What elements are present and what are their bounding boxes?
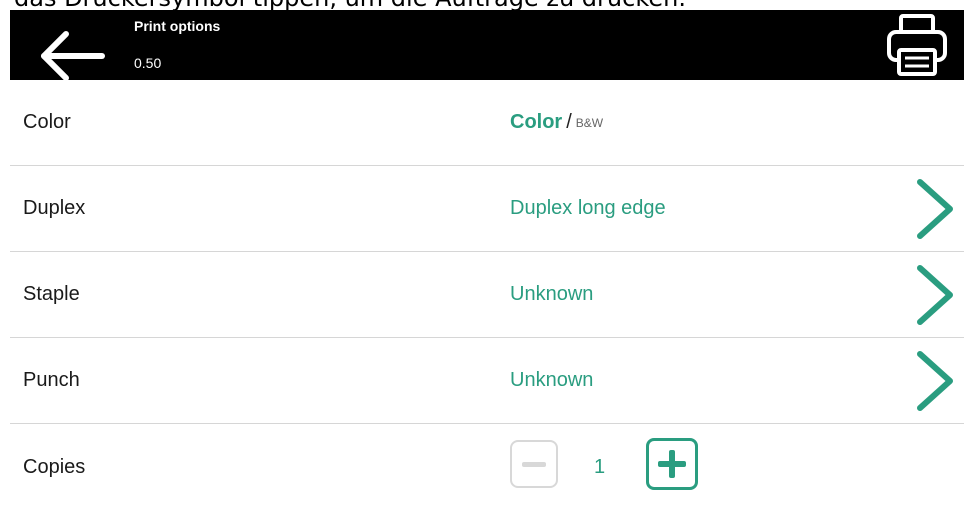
color-option-bw[interactable]: B&W <box>576 116 603 130</box>
color-row: Color Color / B&W <box>10 80 964 166</box>
copies-label: Copies <box>23 455 86 478</box>
color-option-color[interactable]: Color <box>510 111 562 134</box>
chevron-right-icon[interactable] <box>914 178 956 240</box>
plus-icon-stroke <box>669 450 675 478</box>
color-toggle[interactable]: Color / B&W <box>510 80 603 165</box>
staple-value: Unknown <box>510 283 594 305</box>
printer-icon <box>887 14 947 76</box>
duplex-value: Duplex long edge <box>510 197 666 219</box>
chevron-right-icon[interactable] <box>914 264 956 326</box>
page-subtitle: 0.50 <box>134 55 162 71</box>
punch-value: Unknown <box>510 369 594 391</box>
decrement-button[interactable] <box>510 440 558 488</box>
color-label: Color <box>23 111 71 133</box>
increment-button[interactable] <box>646 438 698 490</box>
staple-label: Staple <box>23 283 80 305</box>
duplex-label: Duplex <box>23 197 86 219</box>
punch-row[interactable]: Punch Unknown <box>10 338 964 424</box>
copies-row: Copies 1 <box>10 424 964 510</box>
page-title: Print options <box>134 18 221 34</box>
staple-row[interactable]: Staple Unknown <box>10 252 964 338</box>
header-bar: Print options 0.50 <box>10 10 964 82</box>
color-separator: / <box>566 111 572 133</box>
print-button[interactable] <box>884 12 950 78</box>
duplex-row[interactable]: Duplex Duplex long edge <box>10 166 964 252</box>
back-button[interactable] <box>38 30 108 82</box>
arrow-left-icon <box>41 31 105 81</box>
chevron-right-icon[interactable] <box>914 350 956 412</box>
page-caption: das Druckersymbol tippen, um die Aufträg… <box>0 0 965 10</box>
copies-value: 1 <box>594 455 606 478</box>
punch-label: Punch <box>23 369 80 391</box>
